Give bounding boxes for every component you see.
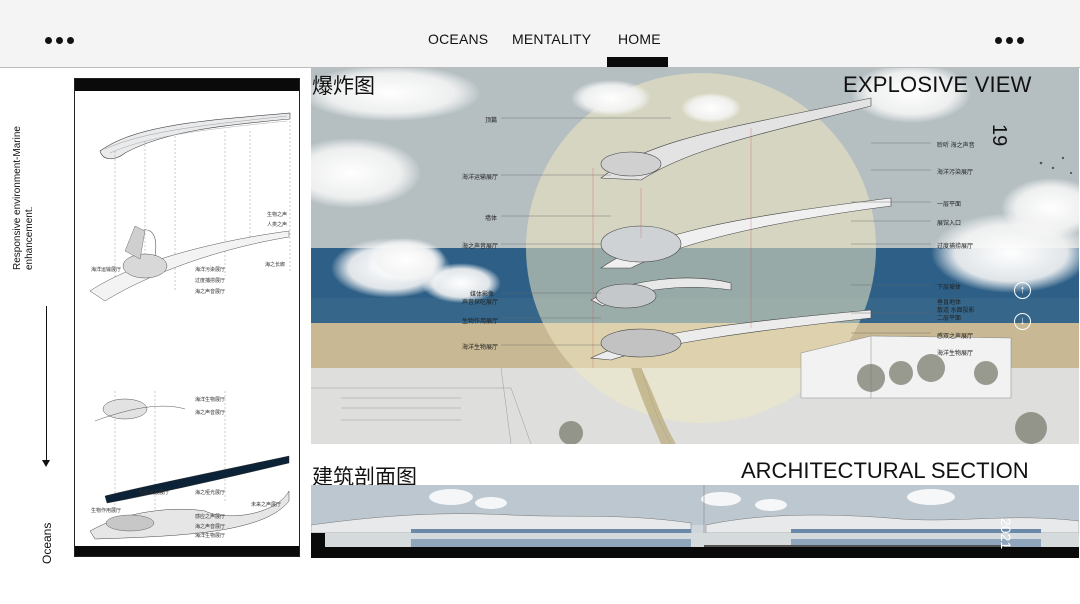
nav-mentality[interactable]: MENTALITY [512,31,591,47]
explosive-label-right: 过度捕捞展厅 [937,244,974,250]
section-illustration [311,485,1079,558]
side-oceans-label: Oceans [40,522,54,564]
panel-label: 海洋运输展厅 [91,267,122,273]
panel-label: 过度捕捞展厅 [195,278,226,284]
nav-oceans[interactable]: OCEANS [428,31,488,47]
active-tab-indicator [607,57,668,67]
explosive-title-cn: 爆炸图 [312,75,375,98]
panel-label: 海之哑光展厅 [195,490,226,496]
panel-bottom-bar [75,546,299,556]
explosive-title-en: EXPLOSIVE VIEW [843,72,1032,97]
architectural-section-image [311,485,1079,558]
arrow-down-small-icon [42,460,50,467]
more-dots-icon[interactable] [995,37,1024,44]
explosive-label-right: 展馆入口 [937,221,962,227]
explosive-label-right: 聆听 海之声音 [937,143,975,149]
side-divider-line [46,306,47,464]
panel-label: 海洋生物展厅 [195,397,226,403]
nav-home[interactable]: HOME [618,31,661,47]
explosive-label-left: 墙体 [485,216,498,222]
top-header: OCEANS MENTALITY HOME [0,0,1080,68]
panel-label: 海洋生物展厅 [195,533,226,539]
axonometric-drawing [89,112,291,540]
side-caption-text: Responsive environment-Marine enhancemen… [12,126,35,270]
section-title-en: ARCHITECTURAL SECTION [741,458,1029,483]
panel-label: 海洋污染展厅 [195,267,226,273]
side-caption: Responsive environment-Marine enhancemen… [12,90,72,290]
explosive-view-image [311,68,1079,444]
explosive-label-right: 感双之声展厅 [937,334,974,340]
panel-label: 在区域展展厅 [139,490,170,496]
arrow-down-icon[interactable]: ↓ [1014,313,1031,330]
panel-label: 海之声音展厅 [195,410,226,416]
explosive-view-illustration [311,68,1079,444]
explosive-label-left: 顶篇 [485,118,498,124]
exploded-axonometric-panel: 生物之声 人类之声 海洋运输展厅 海洋污染展厅 过度捕捞展厅 海之声音展厅 海之… [74,78,300,557]
explosive-label-right: 一层平面 [937,202,962,208]
panel-label: 人类之声 [267,222,288,228]
explosive-label-right: 二层平面 [937,316,962,322]
explosive-label-left: 声音探吃展厅 [462,300,499,306]
panel-label: 生物作用展厅 [91,508,122,514]
year-label: 2021 [998,518,1014,550]
page-number: 19 [988,124,1010,147]
explosive-label-left: 海洋运输展厅 [462,175,499,181]
explosive-label-right: 海洋生物展厅 [937,351,974,357]
panel-label: 感应之声展厅 [195,514,226,520]
panel-label: 海之声音展厅 [195,289,226,295]
arrow-up-icon[interactable]: ↑ [1014,282,1031,299]
panel-label: 生物之声 [267,212,288,218]
panel-label: 海之长廊 [265,262,286,268]
explosive-label-left: 生物作用展厅 [462,319,499,325]
panel-label: 未来之声展厅 [251,502,282,508]
explosive-label-right: 下层坡体 [937,285,962,291]
explosive-label-left: 海之声音展厅 [462,244,499,250]
main-nav: OCEANS MENTALITY HOME [0,31,1080,51]
explosive-label-left: 海洋生物展厅 [462,345,499,351]
explosive-label-right: 海洋污染展厅 [937,170,974,176]
panel-label: 海之声音展厅 [195,524,226,530]
panel-top-bar [75,79,299,91]
